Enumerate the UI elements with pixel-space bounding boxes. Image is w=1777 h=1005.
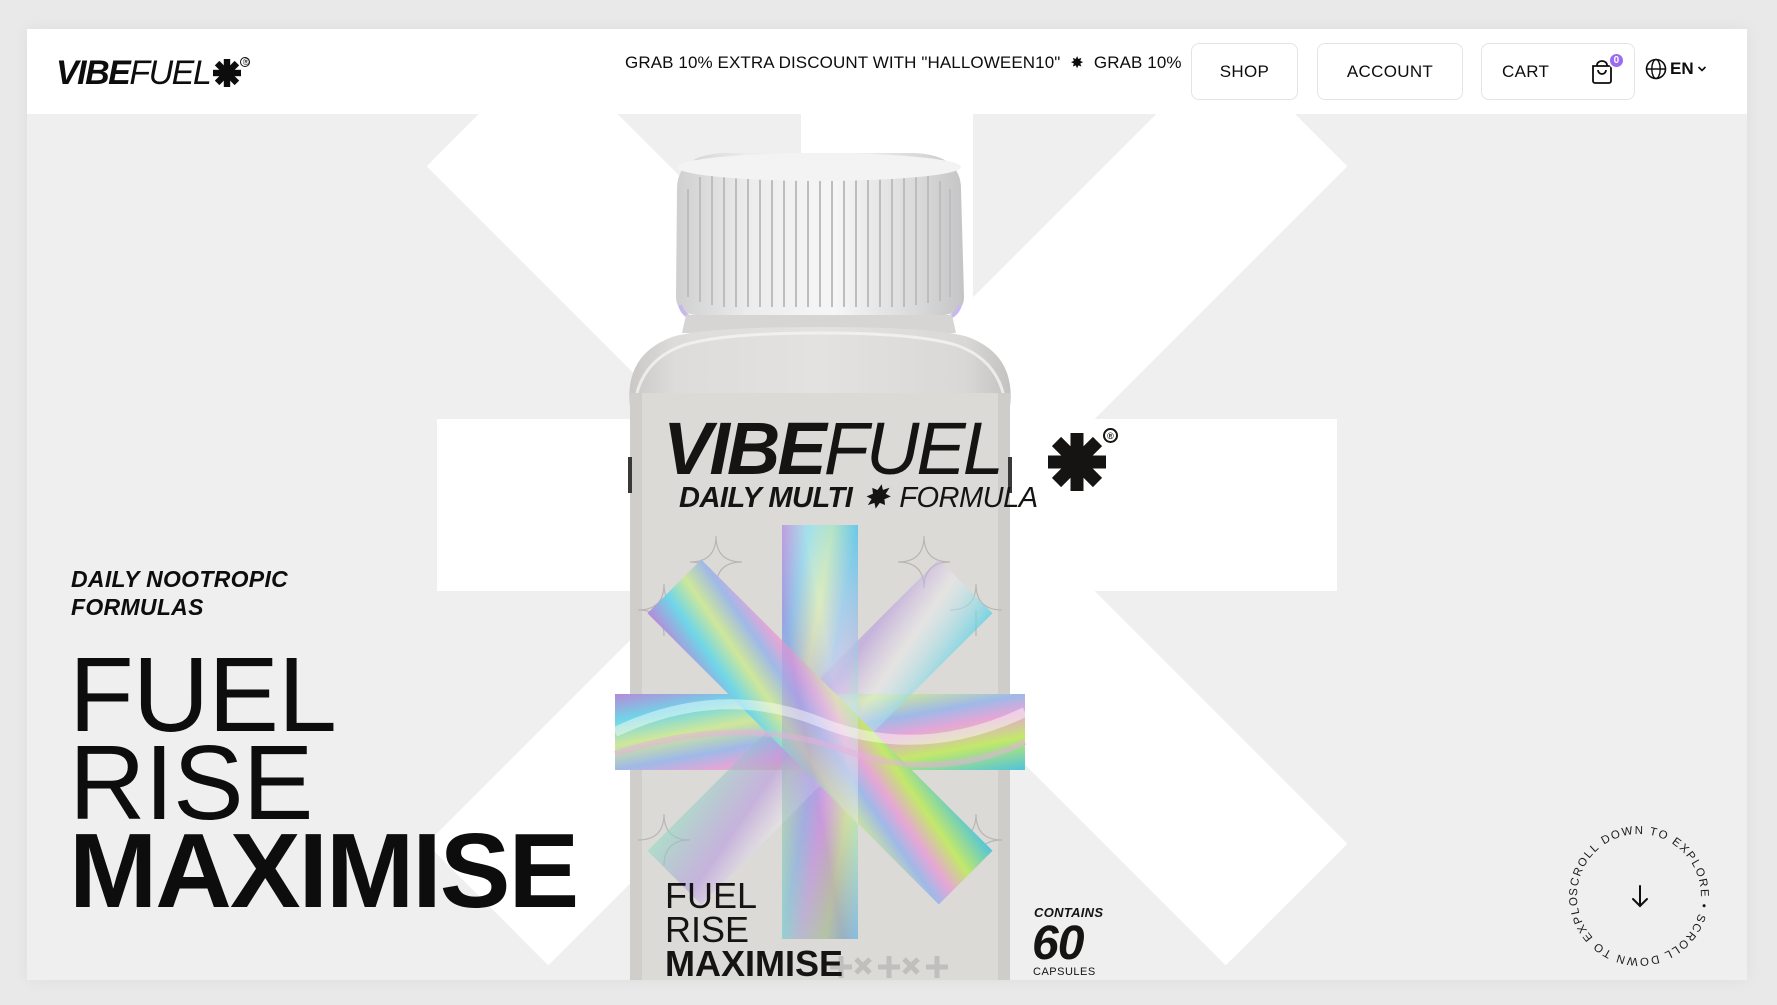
label-tagline-line: MAXIMISE xyxy=(665,943,844,981)
label-sub-bold: DAILY MULTI xyxy=(679,482,853,514)
headline-line: MAXIMISE xyxy=(69,812,579,930)
asterisk-icon xyxy=(213,59,242,87)
language-label: EN xyxy=(1670,59,1694,78)
asterisk-separator-icon: ✸ xyxy=(1070,55,1084,72)
globe-icon xyxy=(1645,58,1667,80)
scroll-text-path: SCROLL DOWN TO EXPLORE • SCROLL DOWN TO … xyxy=(1559,816,1709,967)
cart-label: CART xyxy=(1502,61,1550,81)
account-label: ACCOUNT xyxy=(1346,61,1434,81)
shop-button[interactable]: SHOP xyxy=(1191,43,1298,100)
label-capsules-unit: CAPSULES xyxy=(1033,966,1096,978)
label-registered-icon: ® xyxy=(1103,428,1118,443)
product-label-brand: VIBEFUEL xyxy=(663,412,1004,486)
arrow-down-icon xyxy=(1632,885,1648,908)
scroll-down-indicator[interactable]: SCROLL DOWN TO EXPLORE • SCROLL DOWN TO … xyxy=(1559,816,1719,976)
label-tagline-line: RISE xyxy=(665,909,750,950)
shop-label: SHOP xyxy=(1219,61,1270,81)
product-label-subtitle: DAILY MULTI ✸ FORMULA xyxy=(679,481,1038,515)
ticker-text: GRAB 10% EXTRA DISCOUNT WITH "HALLOWEEN1… xyxy=(625,53,1061,72)
label-sub-light: FORMULA xyxy=(899,482,1038,514)
eyebrow-line: DAILY NOOTROPIC xyxy=(71,566,289,592)
promo-ticker: GRAB 10% EXTRA DISCOUNT WITH "HALLOWEEN1… xyxy=(625,51,1185,75)
label-capsule-count: 60 xyxy=(1032,917,1084,970)
product-label-tagline: FUEL RISE MAXIMISE xyxy=(665,875,844,981)
language-selector[interactable]: EN xyxy=(1645,55,1707,83)
cart-count-badge: 0 xyxy=(1608,52,1625,69)
label-brand-bold: VIBE xyxy=(663,407,827,490)
site-header: VIBE FUEL ® GRAB 10% EXTRA DISCOUNT WITH … xyxy=(27,29,1747,114)
account-button[interactable]: ACCOUNT xyxy=(1317,43,1463,100)
cart-button[interactable]: CART 0 xyxy=(1481,43,1635,100)
eyebrow-line: FORMULAS xyxy=(71,594,204,620)
ticker-text: GRAB 10% xyxy=(1093,53,1182,72)
label-tagline-line: FUEL xyxy=(665,875,758,916)
scroll-circular-text: SCROLL DOWN TO EXPLORE • SCROLL DOWN TO … xyxy=(1559,816,1710,967)
hero-headline: FUEL RISE MAXIMISE xyxy=(69,642,579,930)
hero-eyebrow: DAILY NOOTROPIC FORMULAS xyxy=(71,565,371,621)
registered-mark-icon: ® xyxy=(240,57,251,67)
chevron-down-icon xyxy=(1697,66,1706,72)
label-asterisk-icon xyxy=(1048,433,1106,491)
brand-logo[interactable]: VIBE FUEL ® xyxy=(56,53,251,93)
label-brand-light: FUEL xyxy=(823,407,1004,490)
logo-bold-text: VIBE xyxy=(56,53,131,92)
logo-light-text: FUEL xyxy=(129,53,211,92)
page-frame: VIBE FUEL ® GRAB 10% EXTRA DISCOUNT WITH … xyxy=(27,29,1747,980)
label-sub-asterisk-icon: ✸ xyxy=(863,482,888,514)
product-bottle-image xyxy=(612,153,1028,980)
